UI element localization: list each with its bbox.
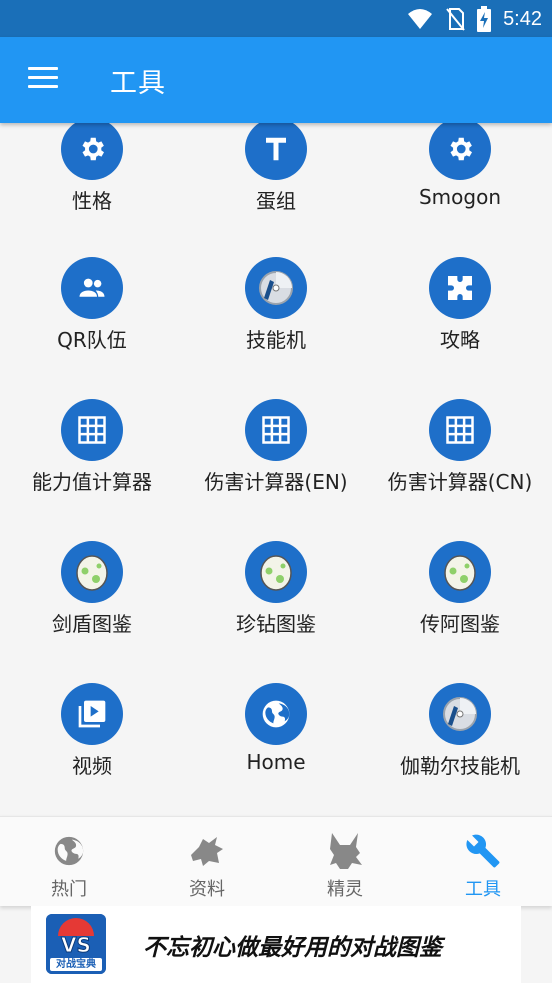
pokemon-silhouette-icon (191, 837, 223, 866)
text-t-icon (266, 137, 286, 161)
tab-tools[interactable]: 工具 (414, 817, 552, 907)
video-library-icon (78, 700, 106, 728)
svg-text:VS: VS (61, 933, 91, 957)
page-title: 工具 (110, 68, 166, 99)
globe-icon (54, 836, 84, 866)
wifi-icon (408, 9, 433, 29)
tool-galar-tm[interactable]: 伽勒尔技能机 (368, 683, 552, 779)
tool-label: 攻略 (440, 328, 480, 352)
tool-qr-team[interactable]: QR队伍 (0, 257, 184, 353)
tab-data[interactable]: 资料 (138, 817, 276, 907)
logo-text: 对战宝典 (56, 959, 96, 970)
tool-label: 能力值计算器 (32, 470, 152, 494)
gear-icon (450, 137, 472, 161)
tool-legends-arceus-dex[interactable]: 传阿图鉴 (368, 541, 552, 637)
tool-home[interactable]: Home (184, 683, 368, 774)
tool-tm[interactable]: 技能机 (184, 257, 368, 353)
tool-damage-calculator-cn[interactable]: 伤害计算器(CN) (368, 399, 552, 495)
tab-hot[interactable]: 热门 (0, 817, 138, 907)
tab-label: 工具 (465, 879, 501, 900)
grid-icon (446, 416, 474, 444)
egg-icon (444, 555, 476, 591)
egg-icon (76, 555, 108, 591)
tab-label: 精灵 (327, 879, 363, 900)
tab-label: 热门 (51, 879, 87, 900)
wrench-icon (466, 834, 500, 868)
tools-grid[interactable]: 性格 蛋组 Smogon QR队伍 技能机 攻略 能力值计算器 伤害计算器(EN… (0, 123, 552, 816)
globe-icon (262, 700, 290, 728)
tool-video[interactable]: 视频 (0, 683, 184, 779)
tab-label: 资料 (189, 879, 225, 900)
tool-bdsp-dex[interactable]: 珍钻图鉴 (184, 541, 368, 637)
ad-slogan: 不忘初心做最好用的对战图鉴 (143, 935, 442, 961)
status-bar: 5:42 (0, 0, 552, 37)
puzzle-icon (448, 276, 472, 300)
pikachu-silhouette-icon (330, 833, 362, 869)
egg-icon (260, 555, 292, 591)
battery-charging-icon (477, 6, 492, 32)
tool-stat-calculator[interactable]: 能力值计算器 (0, 399, 184, 495)
gear-icon (82, 137, 104, 161)
tool-label: 珍钻图鉴 (236, 612, 316, 636)
tool-label: Smogon (418, 185, 502, 209)
tool-label: 性格 (72, 189, 112, 213)
status-time: 5:42 (503, 7, 542, 30)
tool-label: 技能机 (246, 328, 306, 352)
tool-smogon[interactable]: Smogon (368, 123, 552, 209)
tool-label: QR队伍 (57, 328, 127, 352)
tool-label: 蛋组 (256, 189, 296, 213)
tool-label: 传阿图鉴 (420, 612, 500, 636)
tool-label: 视频 (72, 754, 112, 778)
grid-icon (262, 416, 290, 444)
tool-nature[interactable]: 性格 (0, 123, 184, 214)
tool-label: 伤害计算器(CN) (387, 470, 533, 494)
tool-label: 剑盾图鉴 (52, 612, 132, 636)
people-icon (79, 278, 105, 297)
ad-banner[interactable]: VS 对战宝典 不忘初心做最好用的对战图鉴 (31, 906, 521, 983)
app-bar: 工具 (0, 37, 552, 123)
tool-label: 伤害计算器(EN) (204, 470, 348, 494)
tool-swsh-dex[interactable]: 剑盾图鉴 (0, 541, 184, 637)
tool-egg-group[interactable]: 蛋组 (184, 123, 368, 214)
tool-damage-calculator-en[interactable]: 伤害计算器(EN) (184, 399, 368, 495)
disc-icon (443, 697, 477, 731)
hamburger-menu-icon[interactable] (28, 67, 58, 91)
disc-icon (259, 271, 293, 305)
no-sim-icon (446, 8, 465, 31)
bottom-navigation: 热门 资料 精灵 工具 (0, 816, 552, 906)
tool-guide[interactable]: 攻略 (368, 257, 552, 353)
tool-label: 伽勒尔技能机 (400, 754, 520, 778)
grid-icon (78, 416, 106, 444)
tool-label: Home (246, 750, 306, 774)
tab-pokemon[interactable]: 精灵 (276, 817, 414, 907)
app-logo: VS 对战宝典 (46, 914, 106, 974)
